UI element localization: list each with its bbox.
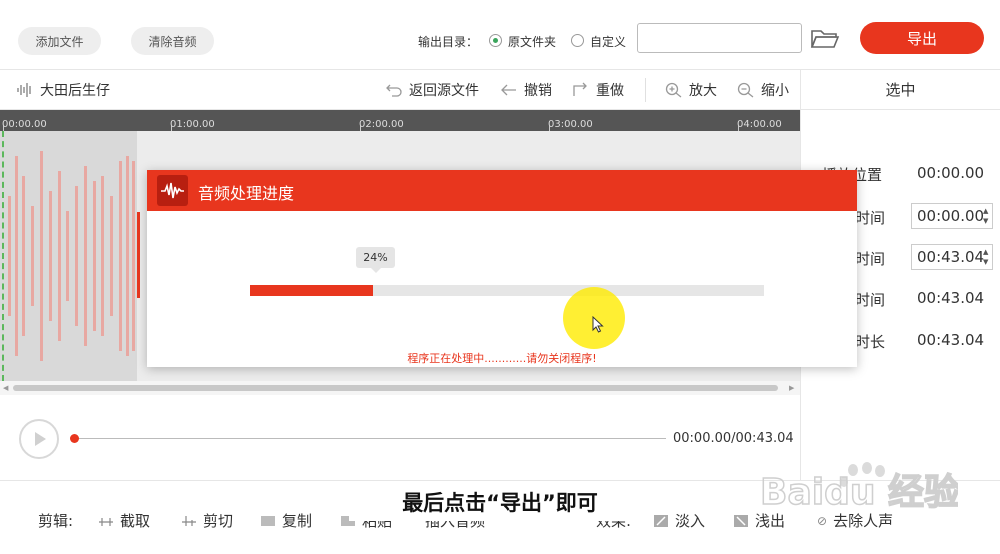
edit-label: 剪辑:	[38, 512, 74, 530]
export-button[interactable]: 导出	[860, 22, 984, 54]
redo-icon	[573, 82, 587, 96]
scrollbar-thumb[interactable]	[13, 385, 778, 391]
waveform-bar	[22, 176, 25, 336]
source-folder-radio[interactable]	[489, 34, 502, 47]
zoom-in-label: 放大	[689, 83, 717, 99]
baidu-jingyan-watermark: Baidu 经验	[759, 462, 958, 514]
scroll-right-icon[interactable]: ▶	[789, 384, 794, 392]
ruler-tick-label: 00:00.00	[2, 119, 47, 130]
toolbar-divider	[645, 78, 646, 102]
duration-label: 时长	[855, 333, 886, 351]
zoom-in-icon	[665, 82, 682, 98]
redo-button[interactable]: 重做	[572, 80, 624, 100]
zoom-in-button[interactable]: 放大	[665, 80, 717, 100]
custom-folder-label: 自定义	[590, 35, 627, 49]
copy-icon	[261, 515, 275, 526]
waveform-bar	[119, 161, 122, 351]
waveform-bar	[75, 186, 78, 326]
selected-time-label: 时间	[855, 291, 886, 309]
add-file-button[interactable]: 添加文件	[18, 27, 101, 55]
waveform-bar	[110, 196, 113, 316]
waveform-bar	[40, 151, 43, 361]
end-time-label: 时间	[855, 250, 886, 268]
copy-button[interactable]: 复制	[260, 510, 312, 531]
folder-icon[interactable]	[810, 28, 840, 50]
fade-in-icon	[654, 514, 668, 527]
playhead[interactable]	[137, 212, 140, 298]
crop-icon	[99, 517, 113, 526]
start-time-value: 00:00.00	[917, 207, 985, 225]
output-dir-label: 输出目录：	[418, 35, 479, 49]
end-time-value: 00:43.04	[917, 248, 985, 266]
waveform-bar	[8, 196, 11, 316]
start-time-spinner[interactable]: ▲ ▼	[983, 206, 991, 226]
playback-progress-track[interactable]	[74, 438, 666, 439]
crop-button[interactable]: 截取	[98, 510, 150, 531]
waveform-bar	[126, 156, 129, 356]
app-logo-icon	[157, 175, 188, 206]
start-time-label: 时间	[855, 209, 886, 227]
progress-bar-fill	[250, 285, 374, 296]
ruler-tick-label: 01:00.00	[170, 119, 215, 130]
back-to-source-button[interactable]: 返回源文件	[385, 80, 479, 100]
output-path-input[interactable]	[637, 23, 802, 53]
play-button[interactable]	[19, 419, 59, 459]
waveform-bar	[93, 181, 96, 331]
custom-folder-radio[interactable]	[571, 34, 584, 47]
undo-label: 撤销	[524, 83, 552, 99]
ruler-tick-label: 04:00.00	[737, 119, 782, 130]
watermark-text: Baidu 经验	[760, 472, 958, 513]
ruler-tick-label: 03:00.00	[548, 119, 593, 130]
track-name: 大田后生仔	[16, 80, 110, 100]
waveform-bar	[66, 211, 69, 301]
zoom-out-icon	[737, 82, 754, 98]
waveform-bar	[49, 191, 52, 321]
waveform-bar	[101, 176, 104, 336]
playback-progress-handle[interactable]	[70, 434, 79, 443]
play-position-value: 00:00.00	[917, 164, 985, 182]
waveform-bar	[15, 156, 18, 356]
waveform-bar	[132, 161, 135, 351]
waveform-bar	[31, 206, 34, 306]
waveform-bar	[58, 171, 61, 341]
ruler-tick-label: 02:00.00	[359, 119, 404, 130]
end-time-spinner[interactable]: ▲ ▼	[983, 247, 991, 267]
tab-selected[interactable]: 选中	[800, 70, 1000, 110]
scroll-left-icon[interactable]: ◀	[3, 384, 8, 392]
selected-time-value: 00:43.04	[917, 289, 985, 307]
undo-icon	[501, 84, 516, 96]
back-to-source-label: 返回源文件	[409, 83, 479, 99]
mouse-cursor-icon	[592, 316, 604, 333]
fade-out-icon	[734, 514, 748, 527]
undo-button[interactable]: 撤销	[500, 80, 552, 100]
zoom-out-label: 缩小	[761, 83, 789, 99]
fade-in-button[interactable]: 淡入	[653, 510, 705, 531]
progress-message: 程序正在处理中............请勿关闭程序!	[407, 352, 597, 365]
cut-icon	[182, 515, 196, 526]
duration-value: 00:43.04	[917, 331, 985, 349]
return-icon	[386, 84, 402, 97]
end-time-input[interactable]: 00:43.04 ▲ ▼	[911, 244, 993, 270]
clear-audio-button[interactable]: 清除音频	[131, 27, 214, 55]
start-time-input[interactable]: 00:00.00 ▲ ▼	[911, 203, 993, 229]
progress-dialog-title: 音频处理进度	[198, 184, 295, 203]
redo-label: 重做	[596, 83, 624, 99]
video-caption: 最后点击“导出”即可	[349, 483, 651, 521]
progress-percent-tooltip: 24%	[356, 247, 395, 273]
source-folder-label: 原文件夹	[508, 35, 557, 49]
play-icon	[35, 432, 46, 446]
zoom-out-button[interactable]: 缩小	[737, 80, 789, 100]
cut-button[interactable]: 剪切	[181, 510, 233, 531]
waveform-bar	[84, 166, 87, 346]
playback-time: 00:00.00/00:43.04	[673, 431, 794, 446]
waveform-icon	[17, 83, 31, 97]
track-name-label: 大田后生仔	[40, 83, 110, 99]
selection-start-marker[interactable]	[2, 131, 4, 381]
